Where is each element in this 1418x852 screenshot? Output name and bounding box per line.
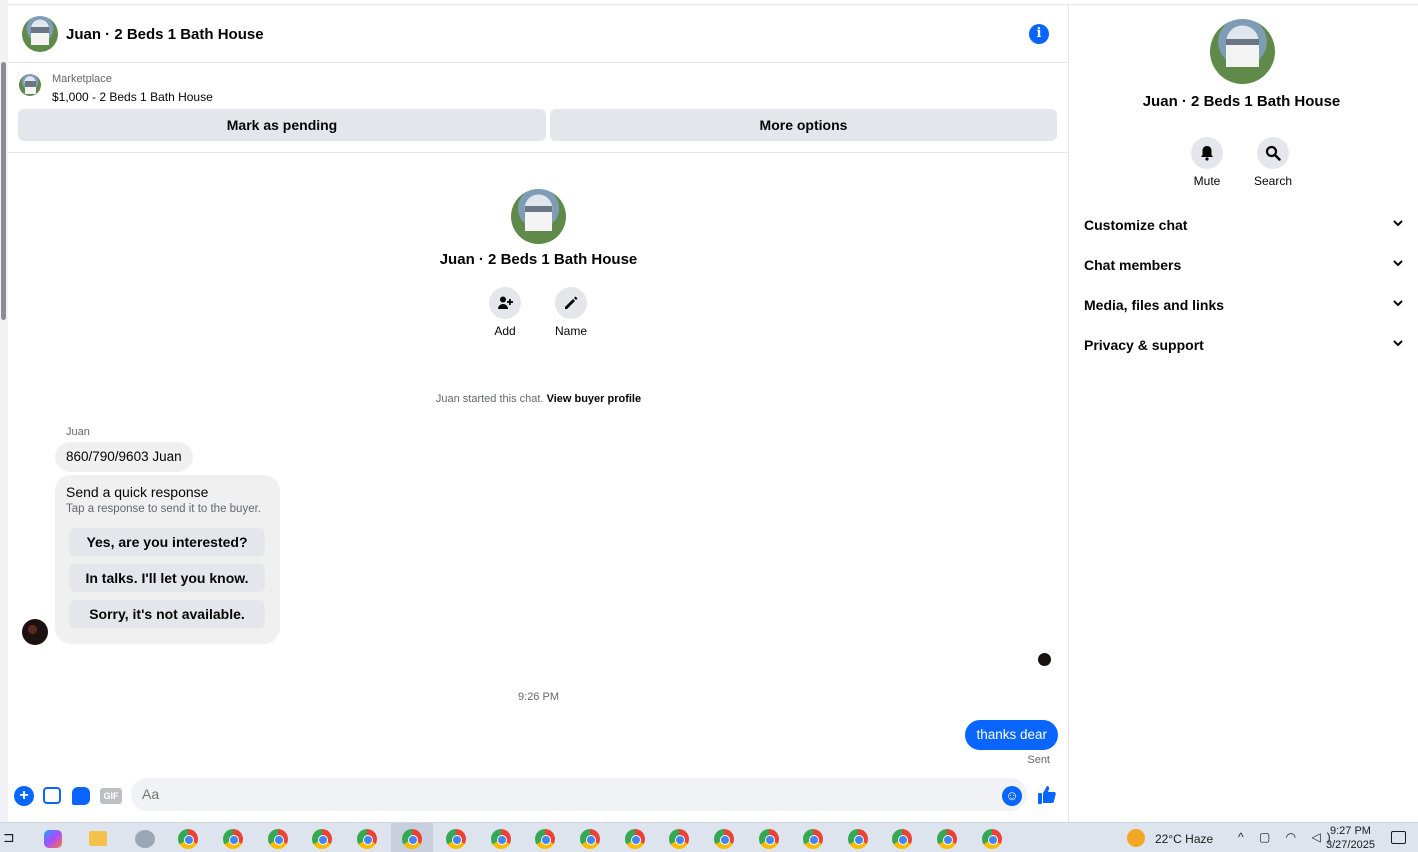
chrome-icon[interactable] xyxy=(803,829,823,849)
info-icon[interactable]: i xyxy=(1029,24,1049,44)
clock-time[interactable]: 9:27 PM xyxy=(1330,825,1371,837)
chrome-icon[interactable] xyxy=(580,829,600,849)
sent-status: Sent xyxy=(1027,754,1050,766)
chrome-icon[interactable] xyxy=(937,829,957,849)
panel-title: Juan · 2 Beds 1 Bath House xyxy=(1142,93,1341,110)
quick-response-title: Send a quick response xyxy=(66,484,209,500)
marketplace-label: Marketplace xyxy=(52,73,112,85)
bell-icon[interactable] xyxy=(1191,137,1223,169)
message-composer: + GIF ☺ xyxy=(8,774,1068,818)
sender-name: Juan xyxy=(66,426,90,438)
chrome-icon[interactable] xyxy=(625,829,645,849)
section-label: Chat members xyxy=(1084,257,1182,273)
gif-icon[interactable]: GIF xyxy=(100,788,122,804)
section-label: Customize chat xyxy=(1084,217,1188,233)
search-label: Search xyxy=(1253,174,1293,188)
file-explorer-icon[interactable] xyxy=(89,831,107,846)
sticker-icon[interactable] xyxy=(72,787,90,805)
task-view-icon[interactable]: ⊐ xyxy=(3,829,17,845)
emoji-icon[interactable]: ☺ xyxy=(1002,786,1022,806)
chat-avatar[interactable] xyxy=(22,16,58,52)
customize-chat-section[interactable]: Customize chat xyxy=(1084,215,1404,235)
name-label: Name xyxy=(554,324,587,338)
chat-started-notice: Juan started this chat. View buyer profi… xyxy=(8,393,1069,405)
app-icon[interactable] xyxy=(135,830,155,848)
privacy-support-section[interactable]: Privacy & support xyxy=(1084,335,1404,355)
add-person-icon[interactable] xyxy=(489,287,521,319)
chevron-down-icon xyxy=(1392,215,1404,235)
plus-icon[interactable]: + xyxy=(14,786,34,806)
started-text: Juan started this chat. xyxy=(435,393,544,405)
system-tray-icons[interactable]: ^ ▢ ◠ ◁) xyxy=(1238,830,1337,844)
conversation-avatar xyxy=(511,189,566,244)
quick-response-option[interactable]: In talks. I'll let you know. xyxy=(69,564,265,592)
message-input[interactable] xyxy=(131,778,1027,811)
pencil-icon[interactable] xyxy=(555,287,587,319)
copilot-icon[interactable] xyxy=(44,830,62,848)
mute-label: Mute xyxy=(1193,174,1221,188)
search-icon[interactable] xyxy=(1257,137,1289,169)
seen-indicator-avatar xyxy=(1038,653,1051,666)
chrome-icon[interactable] xyxy=(535,829,555,849)
chrome-icon[interactable] xyxy=(669,829,689,849)
chat-header: Juan · 2 Beds 1 Bath House i xyxy=(8,5,1068,63)
outgoing-message[interactable]: thanks dear xyxy=(965,720,1058,750)
chrome-icon[interactable] xyxy=(312,829,332,849)
weather-icon[interactable] xyxy=(1127,829,1145,847)
weather-text[interactable]: 22°C Haze xyxy=(1155,832,1213,846)
chrome-icon[interactable] xyxy=(178,829,198,849)
thumbs-up-icon[interactable] xyxy=(1037,785,1057,810)
chrome-icon[interactable] xyxy=(223,829,243,849)
chrome-icon[interactable] xyxy=(491,829,511,849)
chat-members-section[interactable]: Chat members xyxy=(1084,255,1404,275)
quick-response-option[interactable]: Sorry, it's not available. xyxy=(69,600,265,628)
clock-date[interactable]: 3/27/2025 xyxy=(1326,839,1375,851)
message-timestamp: 9:26 PM xyxy=(518,691,559,703)
incoming-message[interactable]: 860/790/9603 Juan xyxy=(55,442,193,472)
add-label: Add xyxy=(494,324,516,338)
section-label: Media, files and links xyxy=(1084,297,1225,313)
quick-response-option[interactable]: Yes, are you interested? xyxy=(69,528,265,556)
window-left-edge xyxy=(0,0,8,822)
conversation-title: Juan · 2 Beds 1 Bath House xyxy=(439,251,638,268)
chevron-down-icon xyxy=(1392,295,1404,315)
chat-pane: Juan · 2 Beds 1 Bath House i Marketplace… xyxy=(8,4,1069,822)
chrome-icon[interactable] xyxy=(402,829,422,849)
notification-icon[interactable] xyxy=(1391,831,1406,844)
photo-icon[interactable] xyxy=(43,787,61,804)
listing-thumbnail[interactable] xyxy=(19,74,41,96)
chat-title[interactable]: Juan · 2 Beds 1 Bath House xyxy=(66,26,264,43)
panel-avatar[interactable] xyxy=(1210,19,1275,84)
chevron-down-icon xyxy=(1392,255,1404,275)
view-buyer-profile-link[interactable]: View buyer profile xyxy=(547,393,642,405)
scrollbar[interactable] xyxy=(1,62,6,320)
chevron-down-icon xyxy=(1392,335,1404,355)
section-label: Privacy & support xyxy=(1084,337,1204,353)
chat-info-panel: Juan · 2 Beds 1 Bath House Mute Search C… xyxy=(1069,4,1418,822)
media-files-links-section[interactable]: Media, files and links xyxy=(1084,295,1404,315)
chrome-icon[interactable] xyxy=(357,829,377,849)
chrome-icon[interactable] xyxy=(714,829,734,849)
marketplace-banner: Marketplace $1,000 - 2 Beds 1 Bath House… xyxy=(8,64,1068,153)
taskbar: ⊐ 22°C Haze ^ ▢ ◠ ◁) 9:27 PM 3/27/2025 xyxy=(0,822,1418,852)
chrome-icon[interactable] xyxy=(268,829,288,849)
chrome-icon[interactable] xyxy=(759,829,779,849)
quick-response-subtitle: Tap a response to send it to the buyer. xyxy=(66,503,261,515)
chrome-icon[interactable] xyxy=(848,829,868,849)
chrome-icon[interactable] xyxy=(982,829,1002,849)
quick-response-card: Send a quick response Tap a response to … xyxy=(55,475,280,644)
listing-title[interactable]: $1,000 - 2 Beds 1 Bath House xyxy=(52,90,213,104)
chrome-icon[interactable] xyxy=(446,829,466,849)
chrome-icon[interactable] xyxy=(892,829,912,849)
more-options-button[interactable]: More options xyxy=(550,109,1057,141)
sender-avatar[interactable] xyxy=(22,619,48,645)
mark-pending-button[interactable]: Mark as pending xyxy=(18,109,546,141)
